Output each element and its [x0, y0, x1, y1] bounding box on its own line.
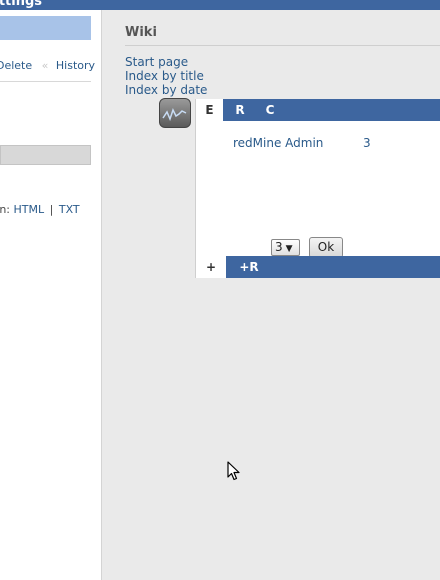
content-header-bar	[0, 16, 91, 40]
index-by-title-link[interactable]: Index by title	[125, 69, 207, 83]
ok-button[interactable]: Ok	[309, 237, 343, 258]
formats-separator: |	[49, 203, 54, 216]
wiki-heading: Wiki	[125, 25, 157, 40]
divider	[0, 81, 91, 82]
delete-link[interactable]: Delete	[0, 59, 32, 72]
start-page-link[interactable]: Start page	[125, 55, 207, 69]
export-formats: e in: HTML | TXT	[0, 203, 80, 216]
user-count: 3	[363, 136, 371, 150]
add-r-tab-button[interactable]: +R	[235, 256, 263, 278]
tab-r[interactable]: R	[228, 99, 252, 121]
widget-tab-bar: E R C	[195, 99, 440, 121]
main-content-area: Delete « History e in: HTML | TXT	[0, 10, 101, 580]
index-by-date-link[interactable]: Index by date	[125, 83, 207, 97]
settings-title[interactable]: ettings	[0, 0, 42, 9]
dropdown-arrow-icon: ▼	[285, 244, 293, 254]
history-link[interactable]: History	[56, 59, 95, 72]
tab-e[interactable]: E	[195, 99, 223, 121]
count-select-value: 3	[275, 240, 283, 254]
count-select[interactable]: 3 ▼	[271, 239, 300, 256]
add-tab-button[interactable]: +	[195, 256, 226, 278]
sidebar: Wiki Start page Index by title Index by …	[101, 10, 440, 580]
line-chart-icon[interactable]	[159, 98, 191, 128]
formats-prefix: e in:	[0, 203, 10, 216]
double-chevron-left-icon: «	[41, 59, 49, 72]
top-header-bar: ettings	[0, 0, 440, 10]
export-html-link[interactable]: HTML	[14, 203, 45, 216]
page-actions: Delete « History	[0, 59, 95, 72]
user-name-link[interactable]: redMine Admin	[233, 136, 323, 150]
wiki-links: Start page Index by title Index by date	[125, 55, 207, 97]
export-txt-link[interactable]: TXT	[59, 203, 80, 216]
widget-body: redMine Admin 3 3 ▼ Ok	[195, 121, 440, 258]
content-grey-bar	[0, 145, 91, 165]
widget-footer-tab-bar: + +R	[195, 256, 440, 278]
mouse-pointer-icon	[227, 461, 241, 484]
tab-c[interactable]: C	[258, 99, 282, 121]
wiki-heading-rule	[125, 45, 440, 46]
